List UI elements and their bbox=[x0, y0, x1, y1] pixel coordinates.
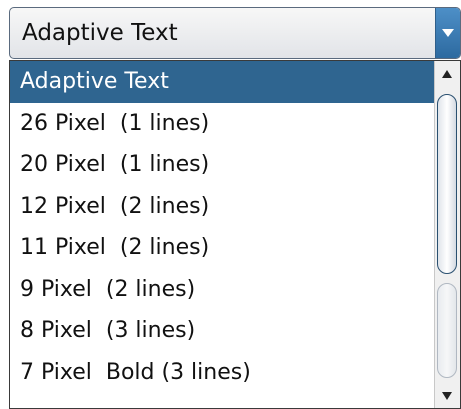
dropdown-option[interactable]: 26 Pixel (1 lines) bbox=[10, 103, 435, 145]
scroll-down-arrow-icon[interactable] bbox=[435, 384, 460, 408]
dropdown-list: Adaptive Text 26 Pixel (1 lines) 20 Pixe… bbox=[10, 61, 435, 393]
chevron-down-icon[interactable] bbox=[435, 8, 460, 58]
dropdown-popup: Adaptive Text 26 Pixel (1 lines) 20 Pixe… bbox=[9, 60, 461, 409]
dropdown-option[interactable]: 11 Pixel (2 lines) bbox=[10, 227, 435, 269]
scrollbar-track[interactable] bbox=[437, 283, 457, 378]
scroll-up-arrow-icon[interactable] bbox=[435, 61, 460, 85]
dropdown-option[interactable]: 12 Pixel (2 lines) bbox=[10, 186, 435, 228]
scrollbar-thumb[interactable] bbox=[437, 94, 457, 274]
dropdown-option[interactable]: 8 Pixel (3 lines) bbox=[10, 310, 435, 352]
dropdown-option[interactable]: 20 Pixel (1 lines) bbox=[10, 144, 435, 186]
dropdown-option[interactable]: 7 Pixel Bold (3 lines) bbox=[10, 352, 435, 394]
dropdown-option[interactable]: 9 Pixel (2 lines) bbox=[10, 269, 435, 311]
vertical-scrollbar[interactable] bbox=[434, 61, 460, 408]
combobox-selected-value: Adaptive Text bbox=[22, 20, 178, 46]
font-size-combobox[interactable]: Adaptive Text bbox=[9, 7, 461, 59]
dropdown-option[interactable]: Adaptive Text bbox=[10, 61, 435, 103]
